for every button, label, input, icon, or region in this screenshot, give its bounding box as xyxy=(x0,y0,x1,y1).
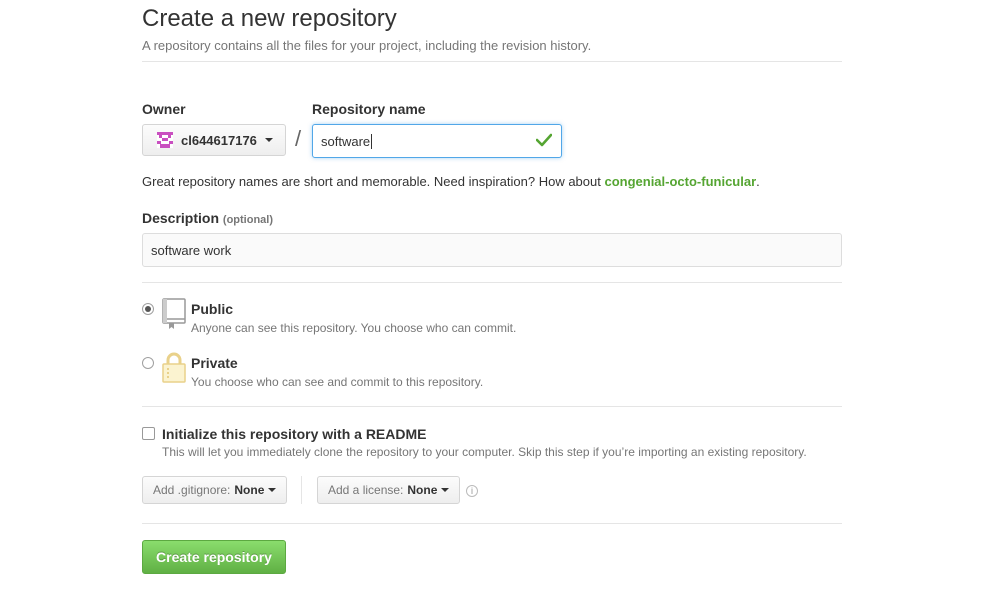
readme-checkbox[interactable] xyxy=(142,427,155,440)
repo-book-icon xyxy=(162,298,186,329)
optional-tag: (optional) xyxy=(222,214,274,226)
gitignore-value: None xyxy=(234,483,265,497)
chevron-down-icon xyxy=(268,488,277,492)
license-value: None xyxy=(407,483,438,497)
repo-name-input[interactable]: software xyxy=(312,124,562,158)
gitignore-dropdown[interactable]: Add .gitignore: None xyxy=(142,476,288,504)
readme-title: Initialize this repository with a README xyxy=(162,426,427,442)
page-title: Create a new repository xyxy=(142,5,397,32)
owner-dropdown[interactable]: cl644617176 xyxy=(142,124,286,156)
repo-name-label: Repository name xyxy=(312,101,426,117)
public-radio[interactable] xyxy=(142,303,154,315)
description-input[interactable]: software work xyxy=(142,233,842,267)
owner-label: Owner xyxy=(142,101,186,117)
owner-avatar xyxy=(157,132,173,148)
name-suggestion-link[interactable]: congenial-octo-funicular xyxy=(604,174,756,189)
description-label-text: Description xyxy=(142,210,220,226)
repo-name-hint: Great repository names are short and mem… xyxy=(142,174,760,189)
text-cursor xyxy=(371,133,373,149)
divider xyxy=(142,523,842,524)
hint-end: . xyxy=(756,174,760,189)
public-title: Public xyxy=(191,301,234,317)
description-value: software work xyxy=(151,242,232,258)
hint-text: Great repository names are short and mem… xyxy=(142,174,605,189)
license-prefix: Add a license: xyxy=(328,483,404,497)
private-radio[interactable] xyxy=(142,357,154,369)
repo-name-value: software xyxy=(321,133,371,149)
lock-icon xyxy=(162,352,186,383)
owner-name: cl644617176 xyxy=(181,132,257,148)
divider xyxy=(142,282,842,283)
license-dropdown[interactable]: Add a license: None xyxy=(317,476,461,504)
create-repository-button[interactable]: Create repository xyxy=(142,540,286,574)
public-desc: Anyone can see this repository. You choo… xyxy=(191,321,517,335)
page-subtitle: A repository contains all the files for … xyxy=(142,38,592,53)
readme-desc: This will let you immediately clone the … xyxy=(162,445,807,459)
chevron-down-icon xyxy=(264,138,273,142)
chevron-down-icon xyxy=(441,488,450,492)
owner-repo-separator: / xyxy=(295,126,302,151)
description-label: Description (optional) xyxy=(142,210,273,226)
info-icon[interactable]: i xyxy=(466,485,478,497)
gitignore-prefix: Add .gitignore: xyxy=(153,483,231,497)
divider xyxy=(301,476,302,504)
divider xyxy=(142,61,842,62)
check-icon xyxy=(536,133,552,147)
divider xyxy=(142,406,842,407)
private-title: Private xyxy=(191,355,238,371)
private-desc: You choose who can see and commit to thi… xyxy=(191,375,484,389)
